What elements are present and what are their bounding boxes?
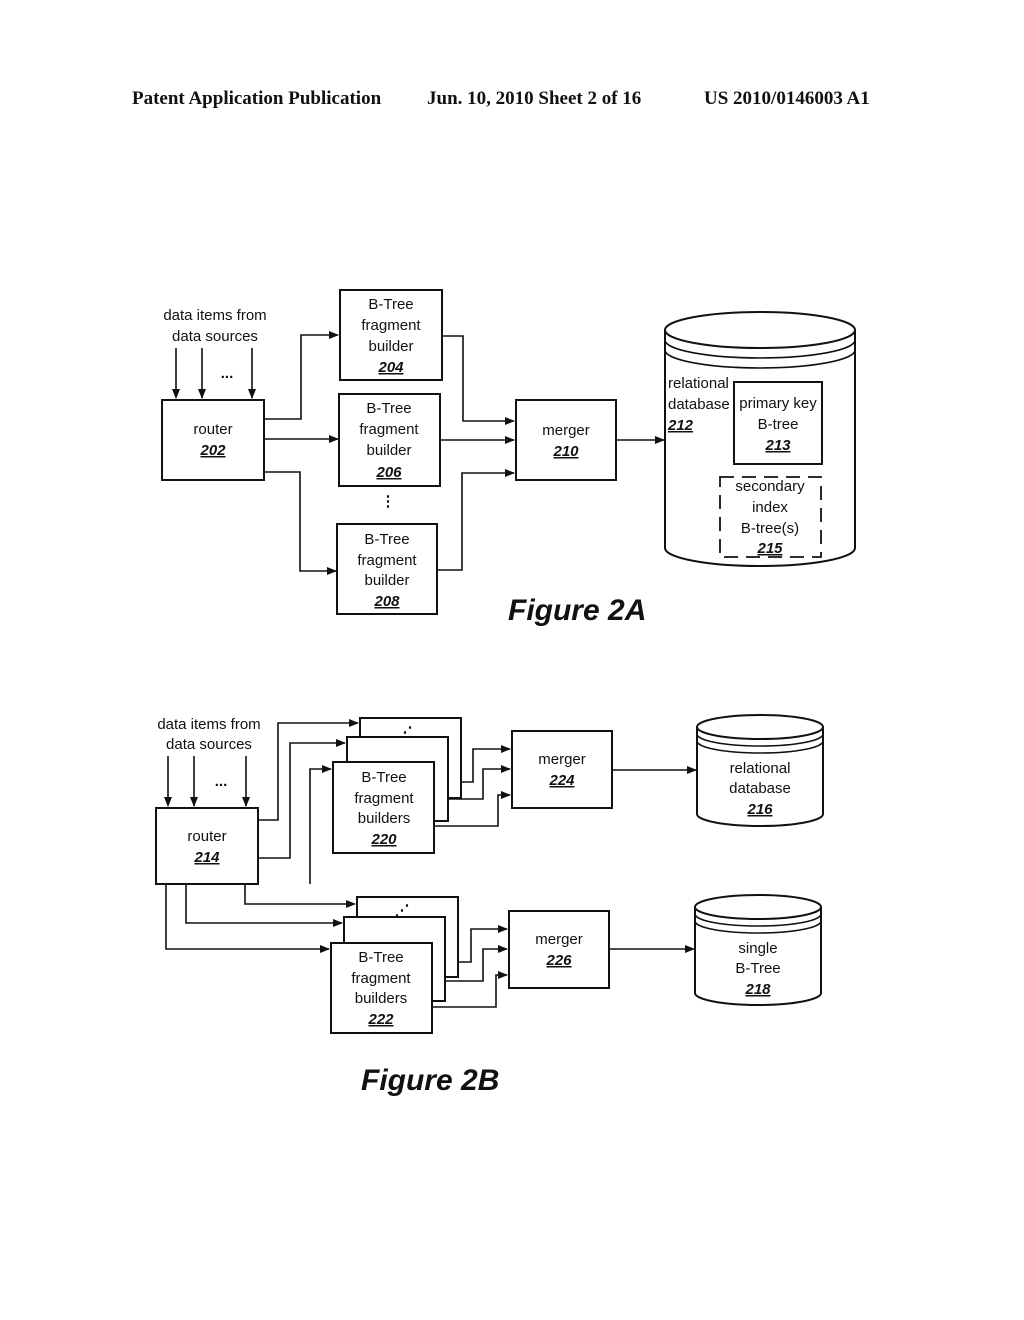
router-label: router <box>193 421 232 438</box>
database-ref: 212 <box>667 417 694 434</box>
connector <box>442 335 515 425</box>
figure-2b-title: Figure 2B <box>361 1064 499 1097</box>
builder-label: B-Tree <box>364 531 409 548</box>
figure-2b: data items from data sources ... router … <box>155 714 824 1097</box>
secondary-label: secondary <box>735 478 805 495</box>
input-label-line1: data items from <box>163 307 266 324</box>
builder-ref: 204 <box>377 359 404 376</box>
router-ref: 214 <box>193 849 220 866</box>
database-label: database <box>668 396 730 413</box>
builder-label: builders <box>355 990 408 1007</box>
connector <box>309 765 332 884</box>
builder-label: B-Tree <box>368 296 413 313</box>
builder-ref: 220 <box>370 831 397 848</box>
database-ref: 216 <box>746 801 773 818</box>
builder-label: fragment <box>351 970 411 987</box>
figure-2a: data items from data sources ... router … <box>161 289 856 627</box>
input-ellipsis: ... <box>215 773 228 790</box>
builder-label: fragment <box>361 317 421 334</box>
figure-canvas: data items from data sources ... router … <box>155 289 856 1097</box>
builder-label: builder <box>364 572 409 589</box>
connector <box>264 331 339 420</box>
database-ref: 218 <box>744 981 771 998</box>
builder-label: builders <box>358 810 411 827</box>
merger-ref: 224 <box>548 772 575 789</box>
builder-label: fragment <box>359 421 419 438</box>
builder-label: fragment <box>354 790 414 807</box>
router-box <box>161 399 265 481</box>
router-label: router <box>187 828 226 845</box>
builder-label: B-Tree <box>366 400 411 417</box>
merger-ref: 210 <box>552 443 579 460</box>
secondary-label: index <box>752 499 788 516</box>
primary-key-ref: 213 <box>764 437 791 454</box>
connector <box>461 745 511 783</box>
connector <box>244 884 356 908</box>
database-label: relational <box>730 760 791 777</box>
connector <box>258 739 346 859</box>
builder-label: builder <box>368 338 413 355</box>
secondary-ref: 215 <box>756 540 783 557</box>
builder-ref: 206 <box>375 464 402 481</box>
input-label-line2: data sources <box>166 736 252 753</box>
builder-label: B-Tree <box>361 769 406 786</box>
merger-ref: 226 <box>545 952 572 969</box>
connector <box>437 469 515 571</box>
database-label: B-Tree <box>735 960 780 977</box>
merger-label: merger <box>538 751 586 768</box>
input-ellipsis: ... <box>221 365 234 382</box>
router-box <box>155 807 259 885</box>
database-label: relational <box>668 375 729 392</box>
input-label-line2: data sources <box>172 328 258 345</box>
secondary-label: B-tree(s) <box>741 520 799 537</box>
primary-key-label: B-tree <box>758 416 799 433</box>
connector <box>165 884 330 953</box>
input-label-line1: data items from <box>157 716 260 733</box>
figure-2a-title: Figure 2A <box>508 594 646 627</box>
database-label: single <box>738 940 777 957</box>
builder-label: B-Tree <box>358 949 403 966</box>
connector <box>264 471 337 575</box>
merger-label: merger <box>542 422 590 439</box>
merger-label: merger <box>535 931 583 948</box>
vertical-ellipsis: ⋮ <box>381 493 396 510</box>
merger-box-226 <box>508 910 610 989</box>
primary-key-label: primary key <box>739 395 817 412</box>
builder-label: fragment <box>357 552 417 569</box>
builder-ref: 222 <box>367 1011 394 1028</box>
database-label: database <box>729 780 791 797</box>
merger-box-224 <box>511 730 613 809</box>
merger-box-210 <box>515 399 617 481</box>
router-ref: 202 <box>199 442 226 459</box>
builder-label: builder <box>366 442 411 459</box>
builder-ref: 208 <box>373 593 400 610</box>
